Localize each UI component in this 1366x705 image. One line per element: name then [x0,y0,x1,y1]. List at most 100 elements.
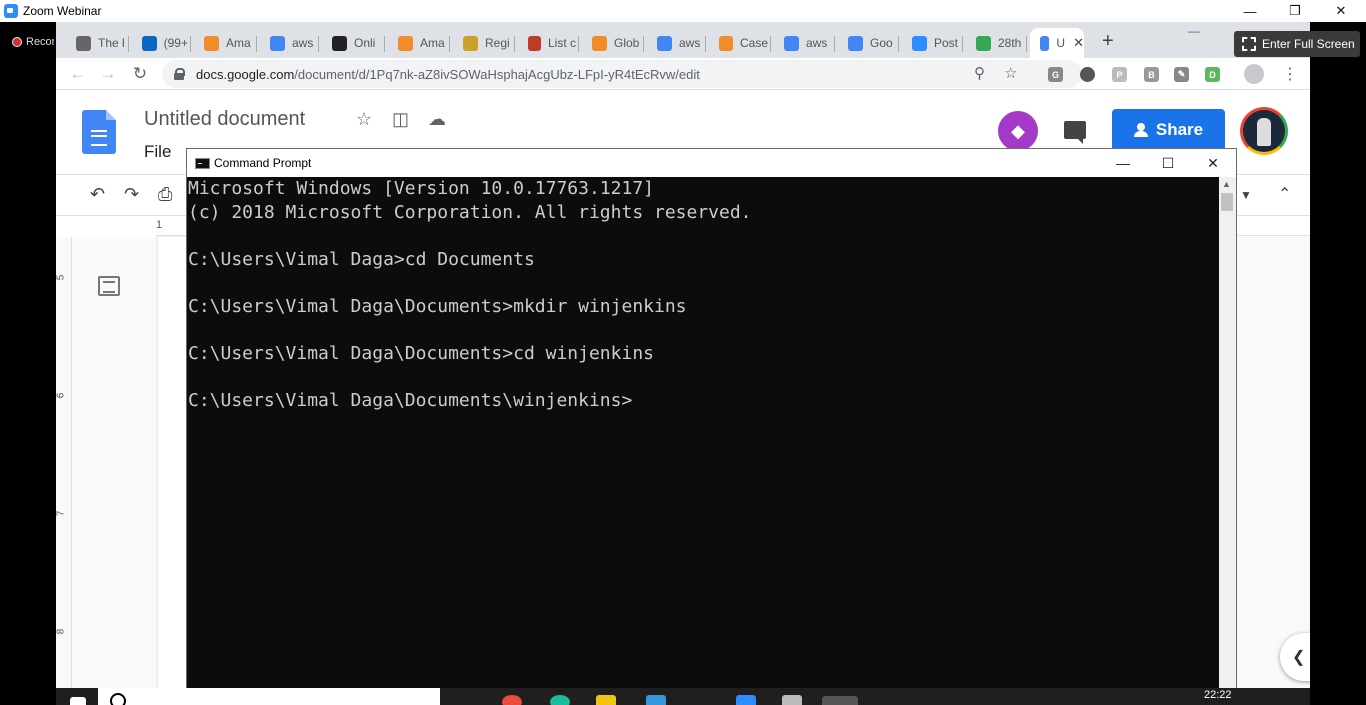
cmd-scrollbar[interactable]: ▲ ▼ [1219,177,1236,704]
tab-label: aws [806,36,828,50]
new-tab-button[interactable]: + [1102,30,1114,53]
tab-separator [898,36,899,52]
docs-logo-icon[interactable] [82,110,116,154]
flag-app-icon[interactable] [646,695,666,705]
drive-icon [976,35,991,51]
globe-icon [76,35,91,51]
console-line: C:\Users\Vimal Daga\Documents\winjenkins… [188,389,633,411]
extension-circle-icon[interactable] [1080,67,1095,82]
forward-icon[interactable]: → [96,62,120,86]
file-explorer-icon[interactable] [596,695,616,705]
zoom-magnifier-icon[interactable]: ⚲ [974,64,985,82]
collapse-menus-icon[interactable]: ⌃ [1278,184,1291,204]
menu-file[interactable]: File [144,142,171,162]
console-line: Microsoft Windows [Version 10.0.17763.12… [188,178,654,199]
aws-cube-icon [398,35,413,51]
browser-tab[interactable]: aws [647,28,703,58]
account-avatar[interactable] [1240,107,1288,155]
chrome-taskbar-icon[interactable] [502,695,522,705]
tab-separator [384,36,385,52]
browser-tab[interactable]: Ama [388,28,447,58]
zoom-taskbar-icon[interactable] [736,695,756,705]
console-line: C:\Users\Vimal Daga>cd Documents [188,248,535,270]
browser-tab[interactable]: (99+ [132,28,188,58]
tab-label: Case [739,36,768,50]
share-button[interactable]: Share [1112,109,1225,151]
taskbar-search-box[interactable] [98,688,440,705]
browser-tab[interactable]: 28th [966,28,1024,58]
enter-full-screen-button[interactable]: Enter Full Screen [1234,31,1360,57]
command-prompt-window[interactable]: Command Prompt — ☐ ✕ Microsoft Windows [… [186,148,1237,705]
url-text[interactable]: docs.google.com/document/d/1Pq7nk-aZ8ivS… [196,67,700,82]
extension-g-icon[interactable]: G [1048,67,1063,82]
chrome-menu-icon[interactable]: ⋮ [1282,64,1298,84]
tab-separator [256,36,257,52]
extension-edit-icon[interactable]: ✎ [1174,67,1189,82]
cmd-titlebar[interactable]: Command Prompt — ☐ ✕ [187,149,1236,177]
browser-tab[interactable]: U ✕ [1030,28,1084,58]
scroll-up-icon[interactable]: ▲ [1222,179,1231,189]
zoom-close-button[interactable]: ✕ [1318,0,1364,22]
linkedin-icon [142,35,157,51]
redo-icon[interactable]: ↷ [124,184,139,205]
extension-p-icon[interactable]: P [1112,67,1127,82]
zoom-restore-button[interactable]: ❐ [1272,0,1318,22]
docs-icon [1040,35,1050,51]
zoom-icon [912,35,927,51]
scroll-thumb[interactable] [1221,193,1233,211]
cmd-window-title: Command Prompt [214,156,312,170]
document-outline-icon[interactable] [98,276,120,296]
browser-tab[interactable]: The l [66,28,126,58]
taskbar-clock[interactable]: 22:22 [1204,689,1232,701]
close-tab-icon[interactable]: ✕ [1073,35,1084,51]
browser-tab[interactable]: Case [709,28,768,58]
addon-avatar-icon[interactable]: ◆ [998,111,1038,151]
address-bar[interactable]: docs.google.com/document/d/1Pq7nk-aZ8ivS… [162,60,1082,88]
tab-label: The l [98,36,125,50]
cmd-taskbar-icon[interactable] [822,696,858,705]
browser-tab[interactable]: Ama [194,28,254,58]
google-icon [657,35,672,51]
extension-b-icon[interactable]: B [1144,67,1159,82]
tab-separator [770,36,771,52]
cloud-status-icon[interactable]: ☁ [428,109,446,130]
browser-tab[interactable]: List c [518,28,576,58]
fullscreen-label: Enter Full Screen [1262,37,1355,51]
browser-tab[interactable]: aws [774,28,832,58]
app-taskbar-icon[interactable] [550,695,570,705]
vruler-mark: 7 [56,510,67,517]
browser-tab[interactable]: aws [260,28,316,58]
document-title[interactable]: Untitled document [144,108,305,131]
print-icon[interactable]: ⎙ [158,184,172,205]
comments-icon[interactable] [1064,121,1086,144]
zoom-minimize-button[interactable]: — [1227,0,1273,22]
extension-d-icon[interactable]: D [1205,67,1220,82]
tab-label: (99+ [163,36,188,50]
console-line: C:\Users\Vimal Daga\Documents>mkdir winj… [188,295,687,317]
browser-tab[interactable]: Onli [322,28,382,58]
bookmark-star-icon[interactable]: ☆ [1004,64,1017,82]
browser-tab[interactable]: Glob [582,28,641,58]
box-app-icon[interactable] [782,695,802,705]
reload-icon[interactable]: ↻ [128,62,152,86]
toolbar-dropdown-icon[interactable]: ▼ [1240,188,1252,202]
person-icon [1133,123,1148,137]
browser-tab[interactable]: Goo [838,28,896,58]
move-folder-icon[interactable]: ◫ [392,109,409,130]
star-icon[interactable]: ☆ [356,109,372,130]
cmd-minimize-button[interactable]: — [1100,149,1146,177]
cmd-console-output[interactable]: Microsoft Windows [Version 10.0.17763.12… [188,177,1218,704]
windows-start-icon[interactable] [70,697,86,705]
browser-tab[interactable]: Post [902,28,960,58]
google-icon [848,35,863,51]
profile-icon[interactable] [1244,64,1264,84]
lock-icon [174,68,185,80]
browser-minimize-button[interactable]: — [1188,24,1200,38]
browser-tab[interactable]: Regi [453,28,512,58]
cmd-close-button[interactable]: ✕ [1190,149,1236,177]
undo-icon[interactable]: ↶ [90,184,105,205]
zoom-logo-icon [4,4,18,18]
recording-badge[interactable]: Recording [12,36,54,48]
back-icon[interactable]: ← [66,62,90,86]
cmd-maximize-button[interactable]: ☐ [1145,149,1191,177]
